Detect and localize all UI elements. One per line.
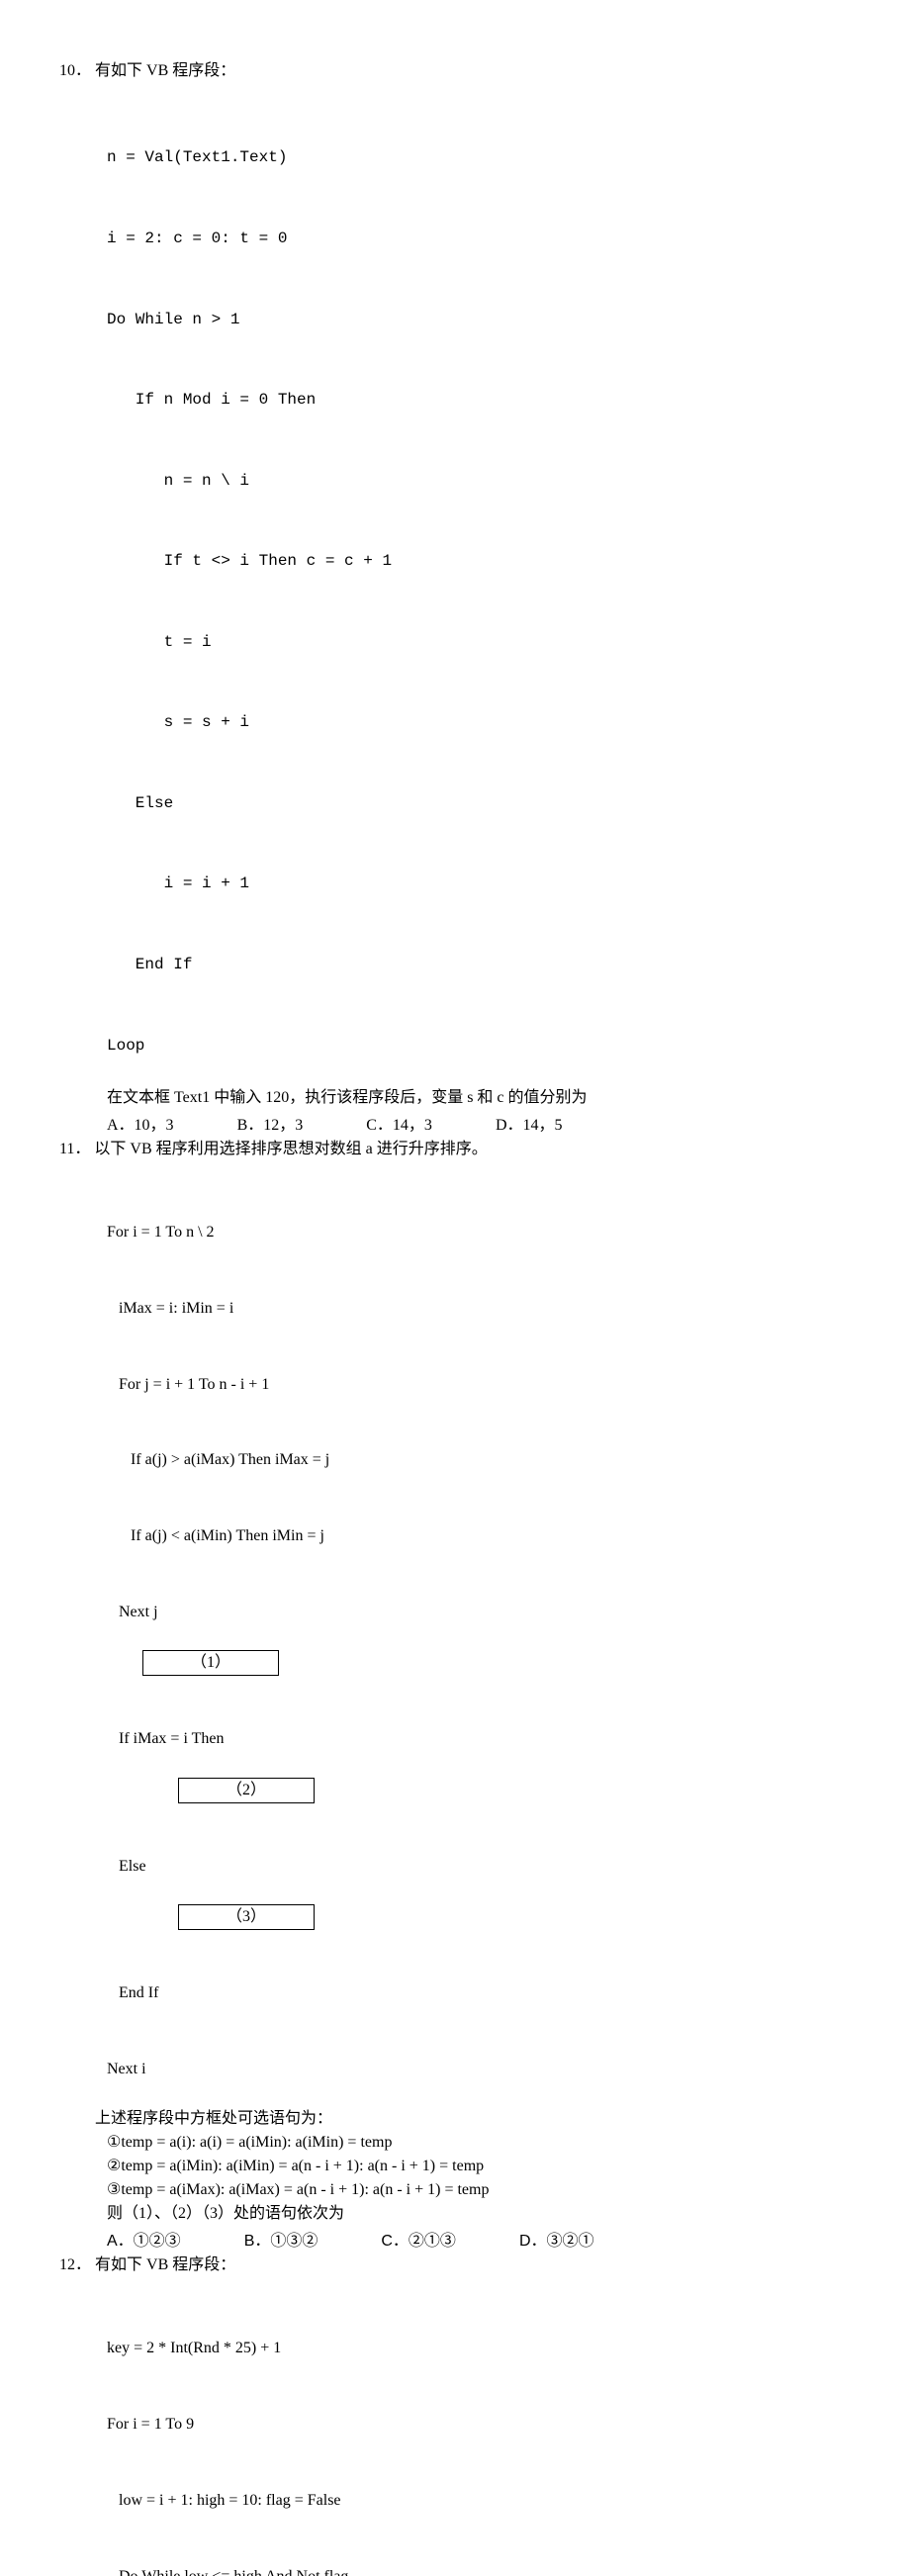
q10-title: 有如下 VB 程序段： [95,62,235,79]
blank-3-line: （3） [107,1904,851,1930]
code-line: For i = 1 To 9 [107,2412,851,2438]
code-line: End If [107,1980,851,2006]
q11-title: 以下 VB 程序利用选择排序思想对数组 a 进行升序排序。 [94,1141,487,1157]
code-line: For j = i + 1 To n - i + 1 [107,1372,851,1398]
code-line: Else [107,790,851,817]
question-10: 10． 有如下 VB 程序段： [59,59,851,83]
code-line: If a(j) < a(iMin) Then iMin = j [107,1523,851,1549]
q10-options: A．10，3 B．12，3 C．14，3 D．14，5 [107,1114,851,1138]
option-d: D．14，5 [496,1114,563,1138]
code-line: s = s + i [107,709,851,736]
q10-code: n = Val(Text1.Text) i = 2: c = 0: t = 0 … [107,91,851,1086]
question-11: 11． 以下 VB 程序利用选择排序思想对数组 a 进行升序排序。 [59,1138,851,1161]
code-line: Loop [107,1033,851,1059]
option-a: A．10，3 [107,1114,174,1138]
q11-desc2-text: 则（1）、（2）（3）处的语句依次为 [107,2205,344,2222]
code-line: Next i [107,2057,851,2082]
q11-code2: If iMax = i Then [107,1676,851,1777]
code-line: i = 2: c = 0: t = 0 [107,226,851,252]
code-line: If iMax = i Then [107,1726,851,1752]
code-line: If a(j) > a(iMax) Then iMax = j [107,1447,851,1473]
option-b: B．①③② [244,2230,318,2254]
code-line: End If [107,952,851,978]
q10-num: 10． [59,62,91,79]
blank-box-3: （3） [178,1904,315,1930]
option-a: A．①②③ [107,2230,181,2254]
q11-options: A．①②③ B．①③② C．②①③ D．③②① [107,2230,851,2254]
option-c: C．14，3 [366,1114,432,1138]
option-d: D．③②① [519,2230,594,2254]
code-line: t = i [107,629,851,656]
code-line: Do While n > 1 [107,307,851,333]
code-line: n = n \ i [107,468,851,495]
code-line: low = i + 1: high = 10: flag = False [107,2488,851,2514]
code-line: If n Mod i = 0 Then [107,387,851,414]
q11-stmt2: ②temp = a(iMin): a(iMin) = a(n - i + 1):… [107,2155,851,2178]
code-line: n = Val(Text1.Text) [107,144,851,171]
code-line: If t <> i Then c = c + 1 [107,548,851,575]
code-line: For i = 1 To n \ 2 [107,1220,851,1245]
blank-box-1: （1） [142,1650,279,1676]
code-line: Do While low <= high And Not flag [107,2564,851,2576]
code-line: Next j [107,1600,851,1625]
blank-1-line: （1） [107,1650,851,1676]
q11-stmt3: ③temp = a(iMax): a(iMax) = a(n - i + 1):… [107,2178,851,2202]
q12-code: key = 2 * Int(Rnd * 25) + 1 For i = 1 To… [107,2285,851,2576]
q12-num: 12． [59,2256,91,2273]
q10-desc: 在文本框 Text1 中输入 120，执行该程序段后，变量 s 和 c 的值分别… [107,1086,851,1110]
q11-num: 11． [59,1141,90,1157]
blank-box-2: （2） [178,1778,315,1803]
code-line: key = 2 * Int(Rnd * 25) + 1 [107,2336,851,2361]
q11-code1: For i = 1 To n \ 2 iMax = i: iMin = i Fo… [107,1169,851,1650]
option-c: C．②①③ [381,2230,456,2254]
blank-2-line: （2） [107,1778,851,1803]
q11-code3: Else [107,1803,851,1904]
q11-desc1: 上述程序段中方框处可选语句为： [95,2107,851,2131]
code-line: i = i + 1 [107,871,851,897]
code-line: Else [107,1854,851,1880]
q12-title: 有如下 VB 程序段： [95,2256,235,2273]
question-12: 12． 有如下 VB 程序段： [59,2254,851,2277]
option-b: B．12，3 [237,1114,304,1138]
q11-desc2: 则（1）、（2）（3）处的语句依次为 [107,2202,851,2226]
code-line: iMax = i: iMin = i [107,1296,851,1322]
q11-stmt1: ①temp = a(i): a(i) = a(iMin): a(iMin) = … [107,2131,851,2155]
q11-code4: End If Next i [107,1930,851,2107]
